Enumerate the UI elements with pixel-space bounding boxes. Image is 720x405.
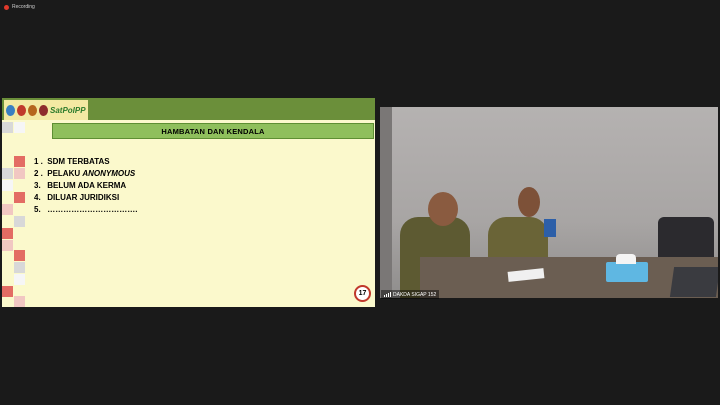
record-dot-icon (4, 4, 9, 10)
signal-strength-icon (384, 292, 391, 297)
participant-name: DAKDA SIGAP 152 (393, 291, 437, 298)
shared-screen-slide: SatPolPP HAMBATAN DAN KENDALA 1 . SDM TE… (2, 98, 375, 307)
recording-indicator: Recording (4, 4, 35, 10)
slide-page-badge: 17 (354, 285, 371, 302)
video-table-flag (544, 219, 556, 237)
list-item: 2 . PELAKU ANONYMOUS (34, 169, 136, 178)
list-item: 3. BELUM ADA KERMA (34, 181, 127, 190)
participant-name-tag: DAKDA SIGAP 152 (381, 290, 440, 299)
slide-decorative-squares (2, 98, 28, 307)
agency-emblem-icon (39, 104, 48, 116)
video-laptop (669, 267, 718, 297)
participant-video-tile[interactable] (380, 107, 718, 298)
video-window-frame (380, 107, 392, 298)
recording-label: Recording (12, 4, 35, 10)
slide-title: HAMBATAN DAN KENDALA (161, 126, 265, 136)
list-item: 1 . SDM TERBATAS (34, 157, 110, 166)
video-tissue-box (606, 262, 648, 282)
video-person-left-head (428, 192, 458, 226)
satpol-emblem-icon (28, 104, 37, 116)
slide-title-bar: HAMBATAN DAN KENDALA (52, 123, 374, 139)
list-item: 4. DILUAR JURIDIKSI (34, 193, 120, 202)
list-item: 5. ……………………………. (34, 205, 138, 214)
slide-page-number: 17 (358, 290, 367, 297)
brand-logo-text: SatPolPP (50, 105, 86, 115)
slide-bullet-list: 1 . SDM TERBATAS 2 . PELAKU ANONYMOUS 3.… (34, 156, 137, 216)
video-person-right-head (518, 187, 540, 217)
video-tissue-top (616, 254, 636, 264)
